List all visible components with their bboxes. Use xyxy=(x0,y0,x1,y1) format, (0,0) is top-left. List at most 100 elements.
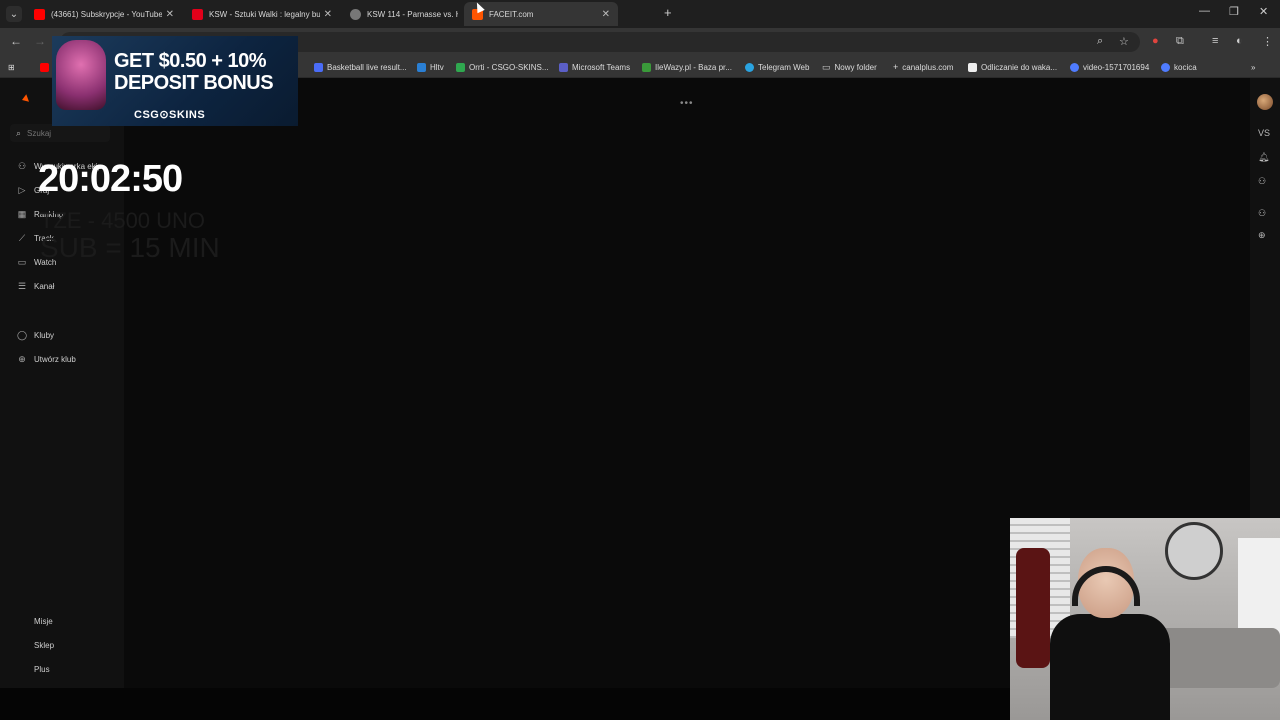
extensions-puzzle-icon[interactable]: ⧉ xyxy=(1176,35,1184,48)
bookmark-icon xyxy=(417,62,426,72)
close-tab-icon[interactable]: ✕ xyxy=(324,9,332,20)
bookmark-folder[interactable]: ▭ Nowy folder xyxy=(822,60,877,74)
forward-icon[interactable]: → xyxy=(34,34,46,48)
tab-youtube[interactable]: (43661) Subskrypcje - YouTube ✕ xyxy=(26,2,182,26)
bookmark-label: kocica xyxy=(1174,62,1197,72)
folder-icon: ▭ xyxy=(822,61,831,72)
bookmark-odliczanie[interactable]: Odliczanie do waka... xyxy=(968,60,1057,74)
bookmark-label: video-1571701694 xyxy=(1083,62,1150,72)
sidebar-item-label: Plus xyxy=(34,664,50,674)
bookmark-kocica[interactable]: kocica xyxy=(1161,60,1197,74)
kebab-menu-icon[interactable]: ⋮ xyxy=(1262,35,1273,48)
plus-icon: + xyxy=(893,62,899,72)
bookmark-icon xyxy=(314,62,323,72)
bookmark-label: Nowy folder xyxy=(834,62,877,72)
close-tab-icon[interactable]: ✕ xyxy=(166,9,174,20)
wall-clock xyxy=(1165,522,1223,580)
bookmark-video[interactable]: video-1571701694 xyxy=(1070,60,1149,74)
bookmark-canalplus[interactable]: + canalplus.com xyxy=(893,60,953,74)
ad-banner: GET $0.50 + 10% DEPOSIT BONUS CSG⊙SKINS xyxy=(52,36,298,126)
bookmark-icon xyxy=(642,62,651,72)
sidebar-item-clubs[interactable]: ◯ Kluby xyxy=(16,327,54,343)
bookmark-orrti[interactable]: Orrti - CSGO-SKINS... xyxy=(456,60,549,74)
sidebar-item-missions[interactable]: Misje xyxy=(16,613,53,629)
ranking-icon: ▦ xyxy=(17,208,27,219)
search-input[interactable] xyxy=(27,128,98,138)
bookmark-label: Orrti - CSGO-SKINS... xyxy=(469,62,549,72)
bookmark-label: Microsoft Teams xyxy=(572,62,631,72)
search-icon: ⌕ xyxy=(16,127,22,138)
sidebar-item-plus[interactable]: Plus xyxy=(16,661,50,677)
sidebar-item-create-club[interactable]: ⊕ Utwórz klub xyxy=(16,351,76,367)
bookmark-icon xyxy=(745,62,754,72)
plus-circle-icon: ⊕ xyxy=(18,353,26,364)
streamer-body xyxy=(1050,614,1170,720)
users-icon: ⚇ xyxy=(17,160,27,171)
bookmark-label: Basketball live result... xyxy=(327,62,407,72)
bookmark-icon xyxy=(1161,62,1170,72)
minimize-icon[interactable]: — xyxy=(1199,5,1210,17)
tab-strip: ⌄ (43661) Subskrypcje - YouTube ✕ KSW - … xyxy=(0,0,1280,28)
ad-brand: CSG⊙SKINS xyxy=(134,109,206,121)
globe-icon xyxy=(350,8,361,20)
search-box[interactable]: ⌕ xyxy=(10,124,110,142)
stream-clock: 20:02:50 xyxy=(38,158,183,200)
party-icon[interactable]: ⚇ xyxy=(1258,208,1266,219)
tab-search-icon[interactable]: ⌄ xyxy=(6,6,22,22)
restore-icon[interactable]: ❐ xyxy=(1229,5,1239,18)
youtube-icon xyxy=(34,8,45,20)
close-window-icon[interactable]: ✕ xyxy=(1259,5,1268,18)
loading-indicator: ••• xyxy=(680,98,694,109)
tab-ksw-114[interactable]: KSW 114 - Parnasse vs. Helc xyxy=(342,2,466,26)
bookmark-telegram[interactable]: Telegram Web xyxy=(745,60,809,74)
tab-title: KSW 114 - Parnasse vs. Helc xyxy=(367,9,458,19)
sidebar-item-shop[interactable]: Sklep xyxy=(16,637,54,653)
overlay-ghost-text-2: SUB = 15 MIN xyxy=(40,232,220,263)
tab-faceit[interactable]: FACEIT.com ✕ xyxy=(464,2,618,26)
bookmark-label: IleWazy.pl - Baza pr... xyxy=(655,62,732,72)
more-bookmarks-icon[interactable]: » xyxy=(1251,60,1255,74)
bookmark-label: Hltv xyxy=(430,62,444,72)
play-icon: ▷ xyxy=(18,184,26,195)
new-tab-icon[interactable]: + xyxy=(664,5,672,20)
ksw-icon xyxy=(192,8,203,20)
friends-icon[interactable]: ⚇ xyxy=(1258,176,1266,187)
avatar[interactable] xyxy=(1257,94,1273,110)
tab-search-menu-icon[interactable]: ≡ xyxy=(1212,35,1218,47)
tab-title: KSW - Sztuki Walki : legalny bu xyxy=(209,9,320,19)
bookmark-teams[interactable]: Microsoft Teams xyxy=(559,60,630,74)
webcam-feed xyxy=(1010,518,1280,720)
back-icon[interactable]: ← xyxy=(10,34,22,48)
profile-icon[interactable]: ◐ xyxy=(1236,35,1243,47)
streamer xyxy=(1050,548,1170,720)
apps-icon[interactable]: ⊞ xyxy=(8,60,15,74)
bookmark-icon xyxy=(968,62,977,72)
bell-icon[interactable]: 🔔︎ xyxy=(1258,152,1269,163)
video-icon: ▭ xyxy=(17,256,27,267)
list-icon: ☰ xyxy=(17,280,27,291)
close-tab-icon[interactable]: ✕ xyxy=(602,9,610,20)
overlay-ghost-text-1: TZE - 4500 UNO xyxy=(40,208,206,233)
vs-label[interactable]: VS xyxy=(1258,128,1270,138)
sidebar-item-label: Kanał xyxy=(34,281,55,291)
add-circle-icon[interactable]: ⊕ xyxy=(1258,230,1266,241)
faceit-logo-icon[interactable] xyxy=(14,94,30,106)
punching-bag xyxy=(1016,548,1050,668)
bookmark-ilewazy[interactable]: IleWazy.pl - Baza pr... xyxy=(642,60,732,74)
bookmark-hltv[interactable]: Hltv xyxy=(417,60,444,74)
sidebar-item-label: Kluby xyxy=(34,330,55,340)
tab-ksw[interactable]: KSW - Sztuki Walki : legalny bu ✕ xyxy=(184,2,340,26)
zoom-icon[interactable]: ⌕ xyxy=(1097,35,1103,48)
sidebar-item-channel[interactable]: ☰ Kanał xyxy=(16,278,55,294)
sidebar-item-label: Utwórz klub xyxy=(34,354,76,364)
ad-headline: GET $0.50 + 10% xyxy=(114,50,267,72)
bookmark-star-icon[interactable]: ☆ xyxy=(1119,35,1129,48)
ad-subheadline: DEPOSIT BONUS xyxy=(114,72,274,94)
sidebar-item-label: Sklep xyxy=(34,640,55,650)
tab-title: FACEIT.com xyxy=(489,9,534,19)
bookmark-basketball[interactable]: Basketball live result... xyxy=(314,60,407,74)
extension-icon[interactable]: ● xyxy=(1152,35,1159,47)
mascot-image xyxy=(56,40,106,110)
bookmark-label: Odliczanie do waka... xyxy=(981,62,1058,72)
trend-icon: ⟋ xyxy=(18,232,26,243)
